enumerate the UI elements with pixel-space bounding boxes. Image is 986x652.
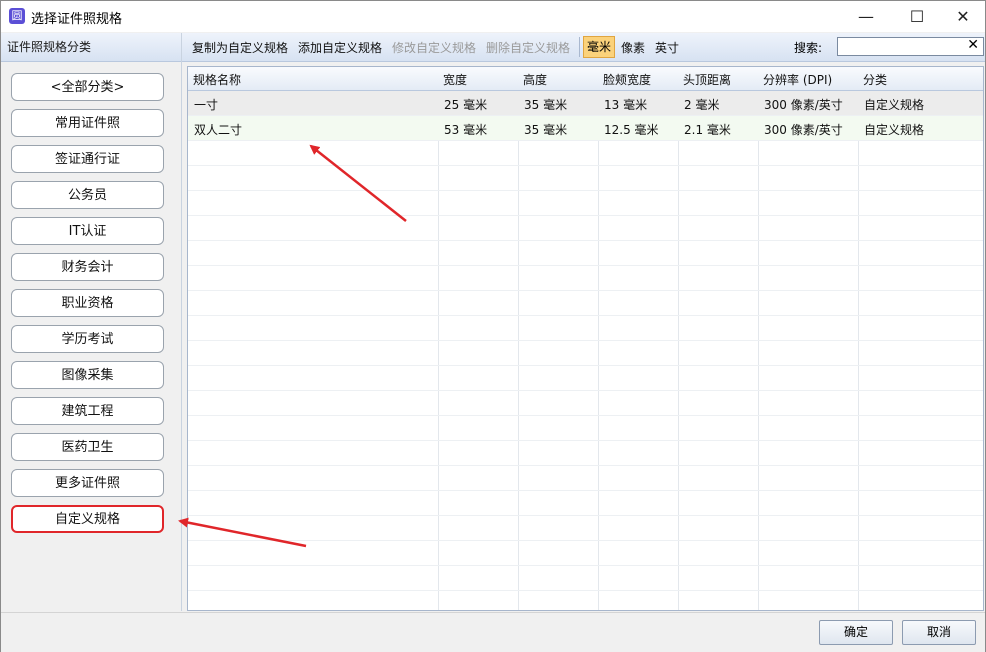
close-icon[interactable]: ✕	[940, 1, 986, 32]
dialog-window: 圆 选择证件照规格 — ☐ ✕ 证件照规格分类 <全部分类> 常用证件照 签证通…	[0, 0, 986, 652]
empty-row	[188, 291, 983, 316]
category-academic-exam-button[interactable]: 学历考试	[11, 325, 164, 353]
category-list: <全部分类> 常用证件照 签证通行证 公务员 IT认证 财务会计 职业资格 学历…	[11, 73, 164, 541]
header-width[interactable]: 宽度	[443, 71, 467, 88]
empty-row	[188, 241, 983, 266]
cancel-button[interactable]: 取消	[902, 620, 976, 645]
title-bar: 圆 选择证件照规格 — ☐ ✕	[1, 1, 985, 32]
toolbar-divider	[579, 37, 580, 57]
empty-row	[188, 216, 983, 241]
empty-row	[188, 416, 983, 441]
empty-row	[188, 266, 983, 291]
cell-height: 35 毫米	[524, 98, 568, 112]
category-construction-button[interactable]: 建筑工程	[11, 397, 164, 425]
empty-row	[188, 466, 983, 491]
copy-as-custom-button[interactable]: 复制为自定义规格	[192, 39, 288, 56]
cell-name: 双人二寸	[194, 123, 243, 137]
add-custom-button[interactable]: 添加自定义规格	[298, 39, 382, 56]
category-image-capture-button[interactable]: 图像采集	[11, 361, 164, 389]
category-professional-button[interactable]: 职业资格	[11, 289, 164, 317]
delete-custom-button[interactable]: 删除自定义规格	[486, 39, 570, 56]
maximize-icon[interactable]: ☐	[894, 1, 940, 32]
unit-inch-toggle[interactable]: 英寸	[655, 39, 679, 56]
category-panel: 证件照规格分类 <全部分类> 常用证件照 签证通行证 公务员 IT认证 财务会计…	[1, 33, 182, 611]
empty-row	[188, 341, 983, 366]
minimize-icon[interactable]: —	[843, 1, 889, 32]
cell-width: 25 毫米	[444, 98, 488, 112]
category-visa-button[interactable]: 签证通行证	[11, 145, 164, 173]
header-name[interactable]: 规格名称	[193, 71, 241, 88]
cell-resolution: 300 像素/英寸	[764, 123, 843, 137]
category-accounting-button[interactable]: 财务会计	[11, 253, 164, 281]
category-custom-button[interactable]: 自定义规格	[11, 505, 164, 533]
cell-width: 53 毫米	[444, 123, 488, 137]
ok-button[interactable]: 确定	[819, 620, 893, 645]
empty-row	[188, 191, 983, 216]
empty-row	[188, 516, 983, 541]
search-input[interactable]: ✕	[837, 37, 984, 56]
cell-face-width: 12.5 毫米	[604, 123, 659, 137]
empty-row	[188, 366, 983, 391]
category-all-button[interactable]: <全部分类>	[11, 73, 164, 101]
app-icon: 圆	[9, 8, 25, 24]
window-title: 选择证件照规格	[31, 12, 123, 27]
edit-custom-button[interactable]: 修改自定义规格	[392, 39, 476, 56]
table-header: 规格名称 宽度 高度 脸颊宽度 头顶距离 分辨率 (DPI) 分类	[188, 67, 983, 91]
cell-category: 自定义规格	[864, 123, 925, 137]
empty-row	[188, 141, 983, 166]
empty-row	[188, 491, 983, 516]
toolbar: 复制为自定义规格 添加自定义规格 修改自定义规格 删除自定义规格 毫米 像素 英…	[182, 33, 985, 62]
search-label: 搜索:	[794, 41, 823, 55]
cell-resolution: 300 像素/英寸	[764, 98, 843, 112]
category-panel-header: 证件照规格分类	[1, 33, 181, 62]
unit-mm-toggle[interactable]: 毫米	[583, 36, 615, 58]
empty-row	[188, 566, 983, 591]
unit-px-toggle[interactable]: 像素	[621, 39, 645, 56]
dialog-footer: 确定 取消	[1, 612, 985, 652]
cell-height: 35 毫米	[524, 123, 568, 137]
header-resolution[interactable]: 分辨率 (DPI)	[763, 71, 832, 88]
cell-name: 一寸	[194, 98, 219, 112]
table-row[interactable]: 一寸 25 毫米 35 毫米 13 毫米 2 毫米 300 像素/英寸 自定义规…	[188, 91, 983, 116]
cell-face-width: 13 毫米	[604, 98, 648, 112]
empty-row	[188, 591, 983, 610]
empty-row	[188, 391, 983, 416]
empty-row	[188, 166, 983, 191]
header-height[interactable]: 高度	[523, 71, 547, 88]
clear-search-icon[interactable]: ✕	[967, 37, 979, 53]
category-it-cert-button[interactable]: IT认证	[11, 217, 164, 245]
category-common-button[interactable]: 常用证件照	[11, 109, 164, 137]
cell-top-distance: 2.1 毫米	[684, 123, 731, 137]
empty-row	[188, 316, 983, 341]
category-civil-servant-button[interactable]: 公务员	[11, 181, 164, 209]
empty-row	[188, 541, 983, 566]
cell-category: 自定义规格	[864, 98, 925, 112]
cell-top-distance: 2 毫米	[684, 98, 720, 112]
empty-row	[188, 441, 983, 466]
category-medical-button[interactable]: 医药卫生	[11, 433, 164, 461]
category-more-button[interactable]: 更多证件照	[11, 469, 164, 497]
header-face-width[interactable]: 脸颊宽度	[603, 71, 651, 88]
table-row[interactable]: 双人二寸 53 毫米 35 毫米 12.5 毫米 2.1 毫米 300 像素/英…	[188, 116, 983, 141]
header-top-distance[interactable]: 头顶距离	[683, 71, 731, 88]
header-category[interactable]: 分类	[863, 71, 887, 88]
spec-table[interactable]: 规格名称 宽度 高度 脸颊宽度 头顶距离 分辨率 (DPI) 分类 一寸 25 …	[187, 66, 984, 611]
